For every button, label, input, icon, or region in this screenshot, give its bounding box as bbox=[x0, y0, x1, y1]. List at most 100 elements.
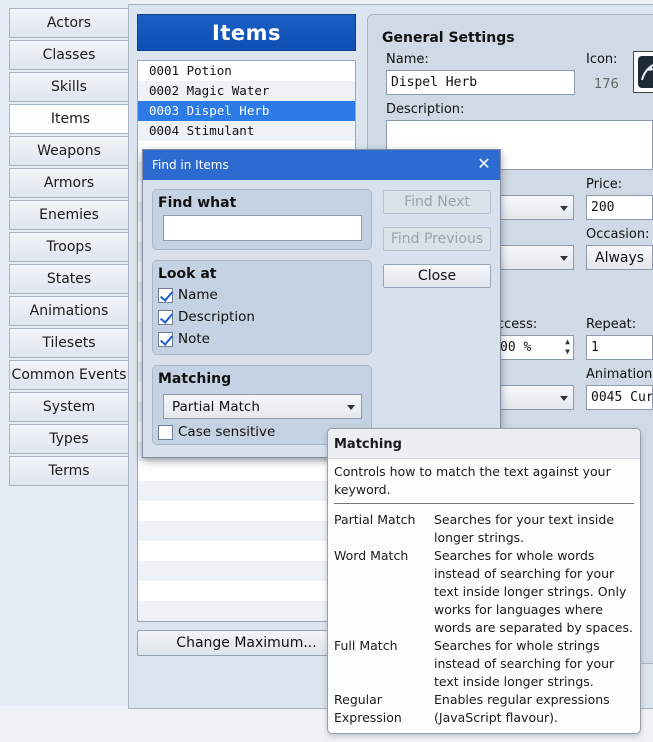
tab-tilesets[interactable]: Tilesets bbox=[9, 328, 129, 358]
empty-list-row bbox=[138, 601, 355, 621]
case-sensitive-option[interactable]: Case sensitive bbox=[158, 424, 275, 440]
chevron-down-icon bbox=[347, 405, 355, 410]
tab-label: Common Events bbox=[11, 367, 127, 383]
empty-list-row bbox=[138, 461, 355, 481]
name-field[interactable]: Dispel Herb bbox=[386, 70, 575, 95]
tab-label: Classes bbox=[42, 47, 96, 63]
items-list-title: Items bbox=[212, 20, 281, 45]
checkbox-checked[interactable] bbox=[158, 309, 173, 325]
tab-label: States bbox=[46, 271, 92, 287]
matching-value: Partial Match bbox=[172, 398, 260, 415]
tab-enemies[interactable]: Enemies bbox=[9, 200, 129, 230]
icon-picker[interactable] bbox=[633, 51, 653, 93]
tab-common-events[interactable]: Common Events bbox=[9, 360, 129, 390]
look-at-group: Look at Name Description Note bbox=[152, 260, 372, 355]
tooltip-term: Word Match bbox=[334, 548, 409, 563]
tab-items[interactable]: Items bbox=[9, 104, 132, 134]
list-item[interactable]: 0002 Magic Water bbox=[138, 81, 355, 101]
tab-animations[interactable]: Animations bbox=[9, 296, 129, 326]
occasion-label: Occasion: bbox=[586, 227, 650, 242]
description-label: Description: bbox=[386, 102, 465, 117]
tooltip-definition: Searches for whole strings instead of se… bbox=[434, 638, 615, 689]
matching-tooltip: Matching Controls how to match the text … bbox=[327, 428, 641, 734]
animation-select[interactable]: 0045 Cure bbox=[586, 385, 653, 410]
animation-value: 0045 Cure bbox=[591, 390, 653, 405]
items-list-header: Items bbox=[137, 14, 356, 51]
option-label: Description bbox=[178, 309, 255, 325]
tooltip-description: Controls how to match the text against y… bbox=[334, 464, 611, 497]
tab-label: Types bbox=[49, 431, 89, 447]
empty-list-row bbox=[138, 561, 355, 581]
price-label: Price: bbox=[586, 177, 623, 192]
hit-type-select[interactable] bbox=[495, 385, 574, 410]
option-label: Note bbox=[178, 331, 210, 347]
checkbox-checked[interactable] bbox=[158, 287, 173, 303]
tab-armors[interactable]: Armors bbox=[9, 168, 129, 198]
tab-system[interactable]: System bbox=[9, 392, 129, 422]
list-item-selected[interactable]: 0003 Dispel Herb bbox=[138, 101, 355, 121]
empty-list-row bbox=[138, 501, 355, 521]
find-next-button[interactable]: Find Next bbox=[383, 190, 491, 214]
close-icon[interactable]: ✕ bbox=[476, 156, 492, 172]
success-label: ccess: bbox=[497, 317, 538, 332]
empty-list-row bbox=[138, 521, 355, 541]
checkbox-unchecked[interactable] bbox=[158, 424, 173, 440]
tooltip-definition: Searches for whole words instead of sear… bbox=[434, 548, 633, 635]
find-previous-button[interactable]: Find Previous bbox=[383, 227, 491, 251]
tab-label: Weapons bbox=[37, 143, 101, 159]
icon-index: 176 bbox=[594, 77, 619, 92]
database-tabs: Actors Classes Skills Items Weapons Armo… bbox=[0, 0, 132, 706]
find-dialog-title: Find in Items bbox=[152, 158, 229, 172]
tooltip-term: Full Match bbox=[334, 638, 398, 653]
tab-label: Enemies bbox=[39, 207, 99, 223]
tab-label: Actors bbox=[46, 15, 92, 31]
price-field[interactable]: 200 bbox=[586, 195, 653, 220]
tab-label: Armors bbox=[43, 175, 95, 191]
tooltip-title: Matching bbox=[328, 429, 640, 459]
chevron-down-icon bbox=[560, 256, 568, 261]
look-at-note-option[interactable]: Note bbox=[158, 331, 210, 347]
find-what-label: Find what bbox=[158, 195, 237, 211]
tab-label: Terms bbox=[48, 463, 90, 479]
tooltip-definition: Searches for your text inside longer str… bbox=[434, 512, 615, 545]
look-at-label: Look at bbox=[158, 266, 217, 282]
find-what-input[interactable] bbox=[163, 215, 362, 241]
matching-select[interactable]: Partial Match bbox=[163, 394, 362, 419]
success-spinbox[interactable]: 00 % ▲ ▼ bbox=[495, 335, 574, 360]
tab-actors[interactable]: Actors bbox=[9, 8, 129, 38]
change-maximum-label: Change Maximum... bbox=[176, 635, 317, 651]
tooltip-definition: Enables regular expressions (JavaScript … bbox=[434, 692, 610, 725]
general-settings-title: General Settings bbox=[382, 30, 515, 46]
consumable-select[interactable] bbox=[495, 245, 574, 270]
tab-weapons[interactable]: Weapons bbox=[9, 136, 129, 166]
tab-terms[interactable]: Terms bbox=[9, 456, 129, 486]
tab-classes[interactable]: Classes bbox=[9, 40, 129, 70]
tab-skills[interactable]: Skills bbox=[9, 72, 129, 102]
repeat-field[interactable]: 1 bbox=[586, 335, 653, 360]
checkbox-checked[interactable] bbox=[158, 331, 173, 347]
tooltip-divider bbox=[334, 503, 634, 504]
find-next-label: Find Next bbox=[404, 194, 470, 210]
list-item[interactable]: 0001 Potion bbox=[138, 61, 355, 81]
occasion-select[interactable]: Always bbox=[586, 245, 653, 270]
option-label: Name bbox=[178, 287, 218, 303]
item-type-select[interactable] bbox=[495, 195, 574, 220]
repeat-value: 1 bbox=[591, 340, 599, 355]
spin-arrows-icon[interactable]: ▲ ▼ bbox=[565, 337, 570, 357]
change-maximum-button[interactable]: Change Maximum... bbox=[137, 630, 356, 656]
tab-label: Troops bbox=[46, 239, 92, 255]
tab-types[interactable]: Types bbox=[9, 424, 129, 454]
tab-troops[interactable]: Troops bbox=[9, 232, 129, 262]
tab-label: System bbox=[42, 399, 96, 415]
list-item[interactable]: 0004 Stimulant bbox=[138, 121, 355, 141]
matching-label: Matching bbox=[158, 371, 232, 387]
herb-icon bbox=[638, 56, 653, 88]
empty-list-row bbox=[138, 581, 355, 601]
look-at-description-option[interactable]: Description bbox=[158, 309, 255, 325]
close-button[interactable]: Close bbox=[383, 264, 491, 288]
look-at-name-option[interactable]: Name bbox=[158, 287, 218, 303]
success-value: 00 % bbox=[500, 340, 532, 355]
tooltip-term: Regular Expression bbox=[334, 692, 402, 725]
tab-states[interactable]: States bbox=[9, 264, 129, 294]
find-dialog-titlebar[interactable]: Find in Items ✕ bbox=[143, 150, 500, 180]
